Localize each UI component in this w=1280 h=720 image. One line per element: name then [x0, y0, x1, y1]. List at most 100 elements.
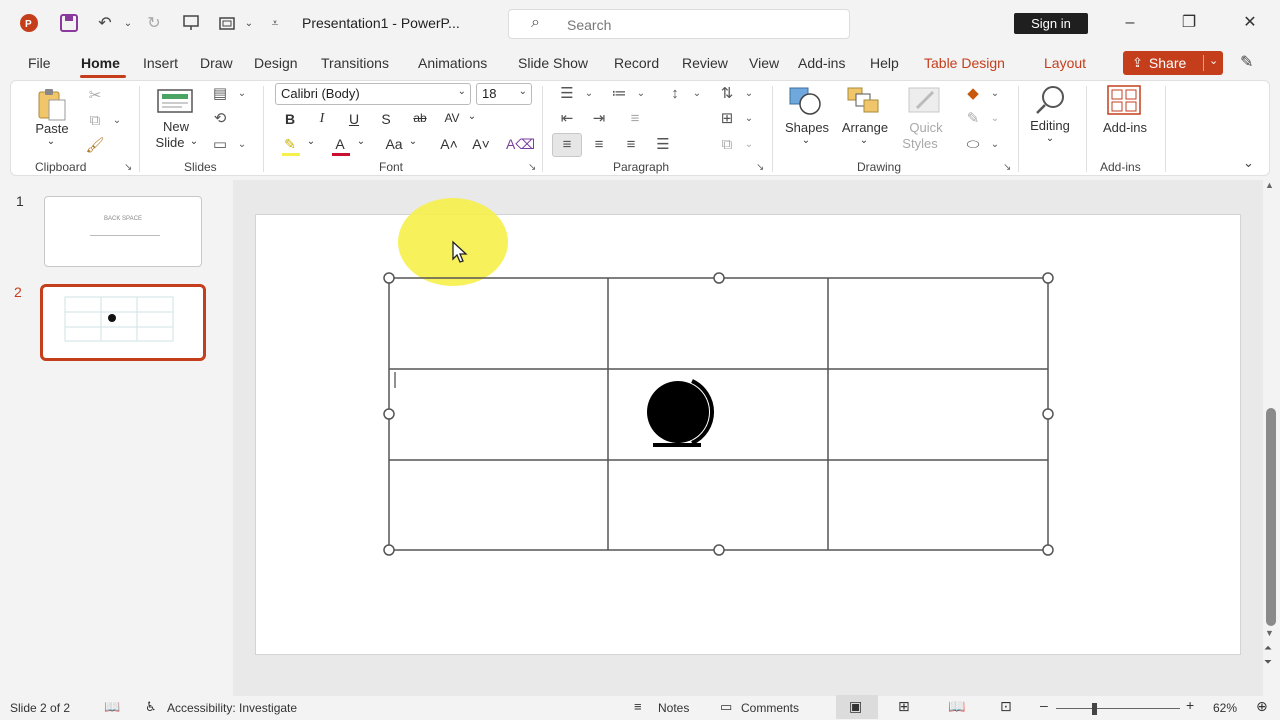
previous-slide-icon[interactable]: ⏶ [1264, 643, 1272, 654]
collapse-ribbon-icon[interactable]: ⌄ [1243, 155, 1254, 171]
decrease-font-size-icon[interactable]: A˅ [470, 136, 492, 152]
align-text-icon[interactable]: ⊞ [716, 109, 738, 129]
quick-styles-icon[interactable] [907, 86, 943, 119]
shape-fill-dropdown-icon[interactable]: ⌄ [984, 84, 1006, 104]
fit-to-window-icon[interactable]: ⊕ [1256, 698, 1268, 715]
globe-icon[interactable] [640, 376, 720, 450]
shape-effects-icon[interactable]: ⬭ [962, 135, 984, 155]
slide-thumbnail-1[interactable]: BACK SPACE [44, 196, 202, 267]
restore-icon[interactable]: ❐ [1177, 12, 1201, 36]
accessibility-status[interactable]: Accessibility: Investigate [167, 701, 297, 715]
paste-icon[interactable] [34, 86, 70, 125]
slide-show-icon[interactable]: ⊡ [1000, 698, 1012, 715]
new-slide-icon[interactable] [156, 86, 194, 117]
zoom-slider-track[interactable] [1056, 708, 1180, 709]
font-launcher-icon[interactable]: ↘ [528, 162, 536, 173]
tab-insert[interactable]: Insert [143, 55, 178, 71]
copy-dropdown-icon[interactable]: ⌄ [106, 111, 128, 131]
close-icon[interactable]: ✕ [1238, 12, 1262, 36]
add-ins-label[interactable]: Add-ins [1094, 120, 1156, 135]
font-name-select[interactable]: Calibri (Body) ⌄ [275, 83, 471, 105]
search-input[interactable]: ⌕ Search [508, 9, 850, 39]
highlight-dropdown-icon[interactable]: ⌄ [304, 136, 318, 147]
reset-slide-icon[interactable]: ⟲ [209, 109, 231, 129]
paste-dropdown-icon[interactable]: ⌄ [45, 136, 57, 147]
change-case-dropdown-icon[interactable]: ⌄ [406, 136, 420, 147]
slide-sorter-icon[interactable]: ⊞ [898, 698, 910, 715]
paragraph-launcher-icon[interactable]: ↘ [756, 162, 764, 173]
justify-icon[interactable]: ☰ [652, 135, 674, 155]
tab-design[interactable]: Design [254, 55, 298, 71]
align-right-icon[interactable]: ≡ [620, 135, 642, 155]
save-icon[interactable] [58, 12, 80, 34]
shadow-icon[interactable]: S [376, 111, 396, 127]
shapes-dropdown-icon[interactable]: ⌄ [800, 135, 812, 146]
zoom-slider-thumb[interactable] [1092, 703, 1097, 715]
editing-label[interactable]: Editing [1022, 118, 1078, 133]
tab-record[interactable]: Record [614, 55, 659, 71]
tab-file[interactable]: File [28, 55, 51, 71]
clear-formatting-icon[interactable]: A⌫ [506, 136, 535, 153]
shapes-label[interactable]: Shapes [780, 120, 834, 135]
text-direction-dropdown-icon[interactable]: ⌄ [738, 84, 760, 104]
undo-icon[interactable]: ↶ [94, 12, 116, 34]
italic-icon[interactable]: I [312, 111, 332, 127]
new-slide-dropdown-icon[interactable]: ⌄ [188, 136, 200, 147]
accessibility-icon[interactable]: ♿ [145, 699, 157, 715]
customize-toolbar-icon[interactable]: ⩡ [264, 12, 286, 34]
layout-dropdown-icon[interactable]: ⌄ [238, 12, 260, 34]
slide-thumbnail-2[interactable] [40, 284, 206, 361]
columns-icon[interactable]: ≡ [624, 109, 646, 129]
underline-icon[interactable]: U [344, 111, 364, 127]
smartart-icon[interactable]: ⧉ [716, 135, 738, 155]
spacing-dropdown-icon[interactable]: ⌄ [462, 111, 482, 122]
quick-styles-label-2[interactable]: Styles [896, 136, 944, 151]
comments-pen-icon[interactable]: ✎ [1240, 52, 1253, 72]
increase-indent-icon[interactable]: ⇥ [588, 109, 610, 129]
decrease-indent-icon[interactable]: ⇤ [556, 109, 578, 129]
format-painter-icon[interactable]: 🖌 [84, 136, 106, 156]
line-spacing-icon[interactable]: ↕ [664, 84, 686, 104]
add-ins-icon[interactable] [1107, 85, 1141, 118]
tab-view[interactable]: View [749, 55, 779, 71]
layout-dropdown-icon[interactable]: ⌄ [231, 84, 253, 104]
shape-effects-dropdown-icon[interactable]: ⌄ [984, 135, 1006, 155]
bullets-icon[interactable]: ☰ [556, 84, 578, 104]
redo-icon[interactable]: ↻ [143, 12, 165, 34]
present-icon[interactable] [180, 12, 202, 34]
align-center-icon[interactable]: ≡ [588, 135, 610, 155]
text-direction-icon[interactable]: ⇅ [716, 84, 738, 104]
tab-transitions[interactable]: Transitions [321, 55, 389, 71]
tab-add-ins[interactable]: Add-ins [798, 55, 845, 71]
next-slide-icon[interactable]: ⏷ [1264, 657, 1272, 668]
smartart-dropdown-icon[interactable]: ⌄ [738, 135, 760, 155]
highlight-color-icon[interactable]: ✎ [280, 136, 300, 153]
slide-counter[interactable]: Slide 2 of 2 [10, 701, 70, 715]
numbering-dropdown-icon[interactable]: ⌄ [630, 84, 652, 104]
line-spacing-dropdown-icon[interactable]: ⌄ [686, 84, 708, 104]
copy-icon[interactable]: ⧉ [84, 111, 106, 131]
character-spacing-icon[interactable]: AV [442, 111, 462, 125]
table-object[interactable] [380, 268, 1060, 560]
zoom-out-icon[interactable]: – [1040, 697, 1048, 713]
drawing-launcher-icon[interactable]: ↘ [1003, 162, 1011, 173]
normal-view-icon[interactable]: ▣ [849, 698, 862, 715]
shape-outline-icon[interactable]: ✎ [962, 109, 984, 129]
increase-font-size-icon[interactable]: A˄ [438, 136, 460, 152]
slide-layout-icon[interactable] [216, 12, 238, 34]
tab-layout[interactable]: Layout [1044, 55, 1086, 71]
zoom-in-icon[interactable]: + [1186, 697, 1194, 713]
comments-button[interactable]: Comments [741, 701, 799, 715]
tab-review[interactable]: Review [682, 55, 728, 71]
new-slide-label-1[interactable]: New [152, 119, 200, 134]
share-button[interactable]: ⇪ Share ⌄ [1123, 51, 1223, 75]
tab-home[interactable]: Home [81, 55, 120, 71]
bold-icon[interactable]: B [280, 111, 300, 127]
arrange-icon[interactable] [846, 86, 882, 119]
numbering-icon[interactable]: ≔ [608, 84, 630, 104]
undo-dropdown-icon[interactable]: ⌄ [117, 12, 139, 34]
new-slide-label-2[interactable]: Slide [150, 135, 190, 150]
notes-button[interactable]: Notes [658, 701, 689, 715]
share-dropdown-icon[interactable]: ⌄ [1209, 54, 1218, 67]
bullets-dropdown-icon[interactable]: ⌄ [578, 84, 600, 104]
